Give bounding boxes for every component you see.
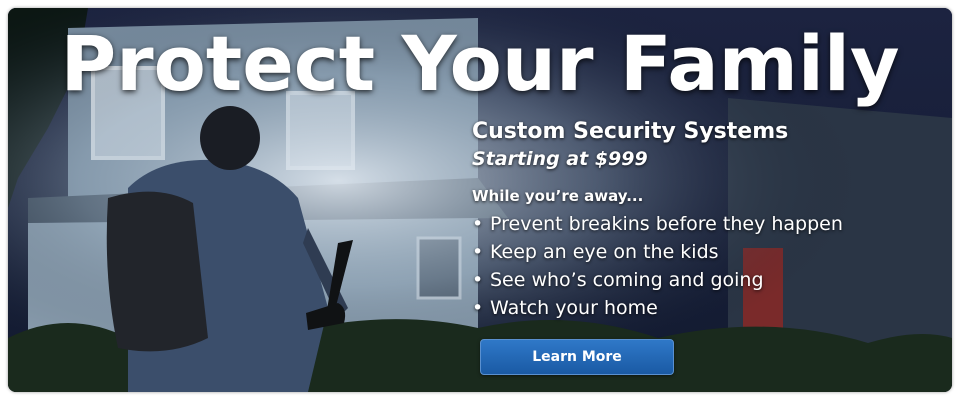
- learn-more-button[interactable]: Learn More: [480, 339, 674, 375]
- bullet-icon: •: [472, 269, 484, 291]
- promo-copy: Custom Security Systems Starting at $999…: [472, 118, 942, 322]
- list-item: • Keep an eye on the kids: [472, 238, 942, 266]
- feature-list: • Prevent breakins before they happen • Ke…: [472, 210, 942, 322]
- hero-banner: Protect Your Family Custom Security Syst…: [8, 8, 952, 392]
- list-item: • See who’s coming and going: [472, 266, 942, 294]
- list-item: • Watch your home: [472, 294, 942, 322]
- headline: Protect Your Family: [60, 19, 900, 108]
- price-line: Starting at $999: [472, 148, 648, 170]
- bullet-icon: •: [472, 241, 484, 263]
- list-item: • Prevent breakins before they happen: [472, 210, 942, 238]
- bullet-icon: •: [472, 297, 484, 319]
- bullet-icon: •: [472, 213, 484, 235]
- subtitle: Custom Security Systems: [472, 119, 789, 144]
- intro-line: While you’re away...: [472, 187, 644, 205]
